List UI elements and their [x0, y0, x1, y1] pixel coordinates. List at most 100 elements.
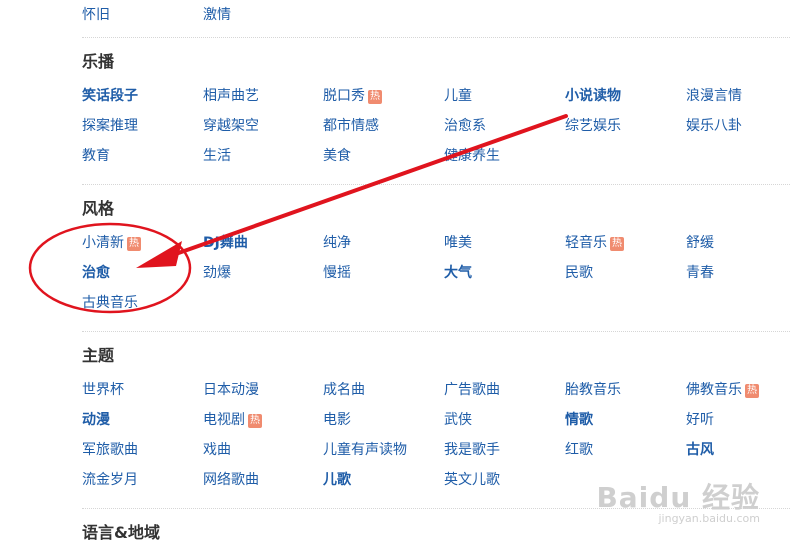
annotation-arrow-head — [136, 241, 182, 268]
category-link[interactable]: 佛教音乐热 — [686, 379, 759, 401]
category-label: 军旅歌曲 — [82, 442, 138, 458]
category-link[interactable]: 大气 — [444, 262, 472, 284]
category-label: 舒缓 — [686, 235, 714, 251]
category-link[interactable]: 怀旧 — [82, 4, 110, 26]
category-link[interactable]: 日本动漫 — [203, 379, 259, 401]
section-divider — [82, 331, 790, 332]
category-link[interactable]: 小说读物 — [565, 85, 621, 107]
category-label: 佛教音乐 — [686, 382, 742, 398]
category-link[interactable]: 民歌 — [565, 262, 593, 284]
category-link[interactable]: 治愈 — [82, 262, 110, 284]
section-title: 主题 — [82, 346, 115, 365]
category-link[interactable]: 唯美 — [444, 232, 472, 254]
category-link[interactable]: 儿歌 — [323, 469, 351, 491]
category-label: 美食 — [323, 148, 351, 164]
category-link[interactable]: 情歌 — [565, 409, 593, 431]
category-link[interactable]: DJ舞曲 — [203, 232, 248, 254]
category-link[interactable]: 儿童有声读物 — [323, 439, 407, 461]
category-label: 笑话段子 — [82, 88, 138, 104]
category-link[interactable]: 广告歌曲 — [444, 379, 500, 401]
category-link[interactable]: 劲爆 — [203, 262, 231, 284]
category-link[interactable]: 激情 — [203, 4, 231, 26]
category-link[interactable]: 穿越架空 — [203, 115, 259, 137]
category-link[interactable]: 英文儿歌 — [444, 469, 500, 491]
category-link[interactable]: 综艺娱乐 — [565, 115, 621, 137]
watermark-brand: Baidu 经验 — [596, 481, 760, 514]
hot-badge: 热 — [745, 384, 759, 398]
hot-badge: 热 — [127, 237, 141, 251]
category-link[interactable]: 流金岁月 — [82, 469, 138, 491]
category-label: 纯净 — [323, 235, 351, 251]
section-divider — [82, 37, 790, 38]
category-label: 成名曲 — [323, 382, 365, 398]
category-label: 穿越架空 — [203, 118, 259, 134]
category-link[interactable]: 胎教音乐 — [565, 379, 621, 401]
category-link[interactable]: 儿童 — [444, 85, 472, 107]
category-link[interactable]: 脱口秀热 — [323, 85, 382, 107]
category-link[interactable]: 世界杯 — [82, 379, 124, 401]
category-link[interactable]: 网络歌曲 — [203, 469, 259, 491]
category-label: 英文儿歌 — [444, 472, 500, 488]
category-label: 慢摇 — [323, 265, 351, 281]
category-link[interactable]: 古典音乐 — [82, 292, 138, 314]
category-link[interactable]: 相声曲艺 — [203, 85, 259, 107]
category-link[interactable]: 成名曲 — [323, 379, 365, 401]
category-link[interactable]: 电视剧热 — [203, 409, 262, 431]
category-link[interactable]: 笑话段子 — [82, 85, 138, 107]
category-label: 娱乐八卦 — [686, 118, 742, 134]
category-label: 情歌 — [565, 412, 593, 428]
baidu-jingyan-watermark: Baidu 经验 jingyan.baidu.com — [596, 476, 760, 525]
category-label: 治愈系 — [444, 118, 486, 134]
category-link[interactable]: 戏曲 — [203, 439, 231, 461]
category-label: 红歌 — [565, 442, 593, 458]
hot-badge: 热 — [610, 237, 624, 251]
category-link[interactable]: 古风 — [686, 439, 714, 461]
category-label: 胎教音乐 — [565, 382, 621, 398]
category-link[interactable]: 浪漫言情 — [686, 85, 742, 107]
category-label: 轻音乐 — [565, 235, 607, 251]
category-label: 小清新 — [82, 235, 124, 251]
category-label: 小说读物 — [565, 88, 621, 104]
category-link[interactable]: 青春 — [686, 262, 714, 284]
category-label: 青春 — [686, 265, 714, 281]
category-link[interactable]: 都市情感 — [323, 115, 379, 137]
category-link[interactable]: 轻音乐热 — [565, 232, 624, 254]
category-link[interactable]: 舒缓 — [686, 232, 714, 254]
category-link[interactable]: 教育 — [82, 145, 110, 167]
category-link[interactable]: 电影 — [323, 409, 351, 431]
section-title: 乐播 — [82, 52, 115, 71]
category-link[interactable]: 小清新热 — [82, 232, 141, 254]
category-label: 古风 — [686, 442, 714, 458]
category-label: 戏曲 — [203, 442, 231, 458]
category-link[interactable]: 娱乐八卦 — [686, 115, 742, 137]
category-label: 生活 — [203, 148, 231, 164]
category-link[interactable]: 慢摇 — [323, 262, 351, 284]
category-label: 浪漫言情 — [686, 88, 742, 104]
category-link[interactable]: 健康养生 — [444, 145, 500, 167]
category-label: 儿歌 — [323, 472, 351, 488]
category-link[interactable]: 军旅歌曲 — [82, 439, 138, 461]
section-title: 语言&地域 — [82, 523, 160, 542]
category-link[interactable]: 纯净 — [323, 232, 351, 254]
category-link[interactable]: 治愈系 — [444, 115, 486, 137]
section-divider — [82, 184, 790, 185]
category-label: 好听 — [686, 412, 714, 428]
category-label: 儿童有声读物 — [323, 442, 407, 458]
category-label: 电视剧 — [203, 412, 245, 428]
category-link[interactable]: 探案推理 — [82, 115, 138, 137]
category-link[interactable]: 好听 — [686, 409, 714, 431]
category-label: 日本动漫 — [203, 382, 259, 398]
category-link[interactable]: 红歌 — [565, 439, 593, 461]
category-link[interactable]: 武侠 — [444, 409, 472, 431]
category-label: 都市情感 — [323, 118, 379, 134]
section-title: 风格 — [82, 199, 115, 218]
category-label: 健康养生 — [444, 148, 500, 164]
category-link[interactable]: 美食 — [323, 145, 351, 167]
category-label: 治愈 — [82, 265, 110, 281]
category-link[interactable]: 生活 — [203, 145, 231, 167]
category-label: 教育 — [82, 148, 110, 164]
category-label: 劲爆 — [203, 265, 231, 281]
category-link[interactable]: 动漫 — [82, 409, 110, 431]
category-link[interactable]: 我是歌手 — [444, 439, 500, 461]
category-label: 流金岁月 — [82, 472, 138, 488]
